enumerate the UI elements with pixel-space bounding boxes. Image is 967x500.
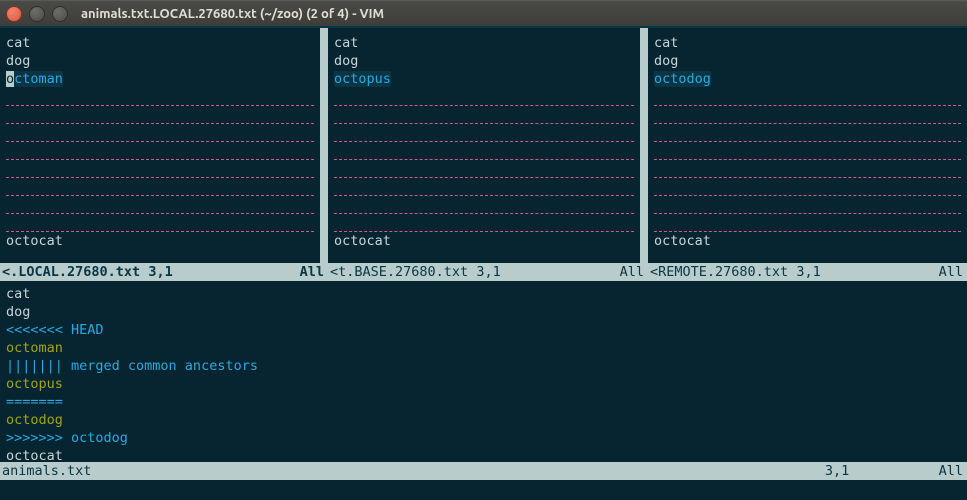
pane-merged[interactable]: catdog<<<<<<< HEADoctoman||||||| merged … [0,281,967,462]
editor-line: >>>>>>> octodog [6,429,961,447]
status-position: 3,1 [148,264,172,280]
status-percent: All [939,263,963,281]
editor-line: octopus [334,70,634,88]
window-title: animals.txt.LOCAL.27680.txt (~/zoo) (2 o… [81,7,384,21]
editor-line: ======= [6,393,961,411]
editor-line: cat [6,34,314,52]
editor-line [654,142,961,160]
status-remote: <REMOTE.27680.txt 3,1 All [648,263,967,281]
editor-line [6,106,314,124]
editor-line [654,106,961,124]
editor-line [6,88,314,106]
editor-line [6,214,314,232]
editor-line [654,160,961,178]
command-line[interactable] [0,480,967,498]
status-percent: All [620,263,644,281]
editor-line [6,178,314,196]
editor-line: dog [6,303,961,321]
editor-line [654,214,961,232]
vertical-separator [640,28,648,263]
editor-line: cat [6,285,961,303]
status-position: 3,1 [825,463,849,479]
editor-line: dog [654,52,961,70]
editor-line [334,106,634,124]
diff-top-panes: catdogoctomanoctocat catdogoctopusoctoca… [0,26,967,263]
editor-line: octoman [6,70,314,88]
maximize-icon[interactable] [52,6,68,22]
editor-line [334,124,634,142]
editor-line [6,196,314,214]
editor-line: octopus [6,375,961,393]
editor-line: octocat [334,232,634,250]
editor-line: octodog [6,411,961,429]
editor-line: dog [6,52,314,70]
editor-line [654,196,961,214]
editor-line [654,124,961,142]
status-position: 3,1 [476,264,500,280]
editor-line [334,196,634,214]
editor-line [6,124,314,142]
status-position: 3,1 [796,264,820,280]
editor-line: cat [654,34,961,52]
pane-base[interactable]: catdogoctopus octocat [328,28,640,263]
vim-editor[interactable]: catdogoctomanoctocat catdogoctopusoctoca… [0,26,967,500]
editor-line [334,178,634,196]
status-filename: <REMOTE.27680.txt [650,264,788,280]
editor-line: octoman [6,339,961,357]
status-row-top: <.LOCAL.27680.txt 3,1 All <t.BASE.27680.… [0,263,967,281]
pane-local[interactable]: catdogoctoman octocat [0,28,320,263]
editor-line [6,160,314,178]
editor-line [654,178,961,196]
editor-line [334,88,634,106]
minimize-icon[interactable] [29,6,45,22]
editor-line [654,88,961,106]
status-merged: animals.txt 3,1 All [0,462,967,480]
editor-line: octocat [6,232,314,250]
editor-line: dog [334,52,634,70]
editor-line [6,142,314,160]
status-filename: animals.txt [2,462,825,480]
vertical-separator [320,28,328,263]
editor-line [334,142,634,160]
editor-line: octodog [654,70,961,88]
status-base: <t.BASE.27680.txt 3,1 All [328,263,648,281]
pane-remote[interactable]: catdogoctodog octocat [648,28,967,263]
editor-line: <<<<<<< HEAD [6,321,961,339]
status-percent: All [300,263,324,281]
editor-line: cat [334,34,634,52]
editor-line [334,160,634,178]
editor-line: ||||||| merged common ancestors [6,357,961,375]
close-icon[interactable] [6,6,22,22]
window-titlebar: animals.txt.LOCAL.27680.txt (~/zoo) (2 o… [0,0,967,26]
editor-line: octocat [654,232,961,250]
status-filename: <.LOCAL.27680.txt [2,264,140,280]
status-filename: <t.BASE.27680.txt [330,264,468,280]
editor-line [334,214,634,232]
status-local: <.LOCAL.27680.txt 3,1 All [0,263,328,281]
status-percent: All [939,463,963,479]
